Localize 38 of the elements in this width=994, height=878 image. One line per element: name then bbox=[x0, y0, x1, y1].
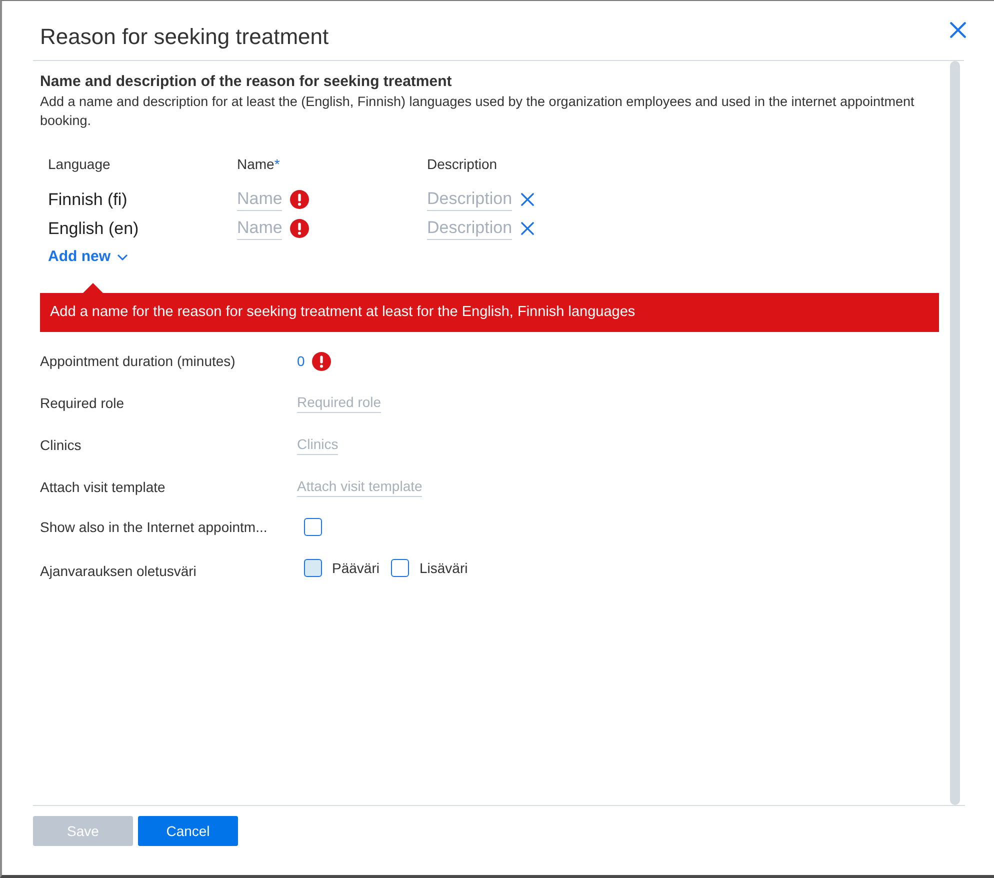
close-button[interactable] bbox=[950, 22, 966, 38]
option-checkbox[interactable] bbox=[304, 559, 322, 577]
section-heading: Name and description of the reason for seeking treatment bbox=[40, 72, 453, 92]
close-icon bbox=[950, 22, 966, 38]
option-checkbox[interactable] bbox=[391, 559, 410, 577]
field-label: Appointment duration (minutes) bbox=[40, 352, 236, 368]
picker-field[interactable]: Attach visit template bbox=[297, 477, 422, 497]
name-field[interactable]: Name bbox=[237, 188, 282, 211]
checkbox[interactable] bbox=[304, 518, 322, 536]
cancel-button[interactable]: Cancel bbox=[138, 816, 238, 846]
option-label: Lisäväri bbox=[419, 558, 468, 578]
chevron-down-icon bbox=[116, 254, 128, 261]
field-label: Ajanvarauksen oletusväri bbox=[40, 562, 196, 578]
field-label: Attach visit template bbox=[40, 478, 166, 494]
column-header: Name* bbox=[237, 156, 280, 172]
option-label: Pääväri bbox=[332, 558, 380, 578]
field-label: Clinics bbox=[40, 436, 82, 452]
cross-icon bbox=[521, 222, 534, 235]
field-label: Required role bbox=[40, 394, 124, 410]
scrollbar-thumb[interactable] bbox=[950, 61, 960, 805]
error-message: Add a name for the reason for seeking treatment at least for the English, Finnish languages bbox=[50, 302, 636, 322]
language-name: Finnish (fi) bbox=[48, 190, 128, 209]
picker-field[interactable]: Required role bbox=[297, 393, 382, 413]
field-label: Show also in the Internet appointm... bbox=[40, 518, 268, 534]
column-header: Language bbox=[48, 156, 110, 172]
description-field[interactable]: Description bbox=[427, 217, 512, 240]
remove-button[interactable] bbox=[521, 193, 534, 206]
column-header: Description bbox=[427, 156, 498, 172]
section-description: Add a name and description for at least the (English, Finnish) languages used by the organization employees and used in the internet appointment booking. bbox=[40, 93, 916, 130]
add-new-button[interactable]: Add new bbox=[48, 246, 128, 269]
name-field[interactable]: Name bbox=[237, 217, 282, 240]
duration-value[interactable]: 0 bbox=[297, 350, 305, 372]
picker-field[interactable]: Clinics bbox=[297, 435, 338, 455]
remove-button[interactable] bbox=[521, 222, 534, 235]
language-name: English (en) bbox=[48, 218, 139, 238]
dialog-title: Reason for seeking treatment bbox=[39, 23, 329, 51]
cross-icon bbox=[521, 193, 534, 206]
description-field[interactable]: Description bbox=[427, 188, 512, 211]
